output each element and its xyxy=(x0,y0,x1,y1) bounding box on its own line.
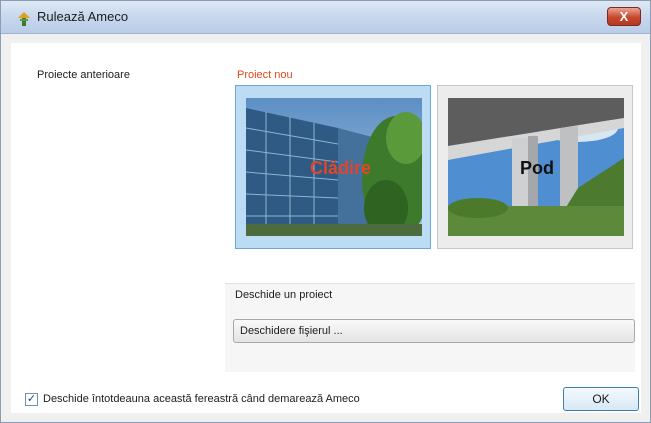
checkmark-icon: ✓ xyxy=(26,393,37,405)
previous-projects-heading: Proiecte anterioare xyxy=(37,69,130,81)
new-project-building-tile[interactable]: Clădire xyxy=(235,85,431,249)
bridge-tile-caption: Pod xyxy=(520,158,554,178)
always-open-checkbox[interactable]: ✓ xyxy=(25,393,38,406)
always-open-label: Deschide întotdeauna această fereastră c… xyxy=(43,393,360,405)
title-bar[interactable]: Rulează Ameco X xyxy=(1,1,650,34)
open-file-button[interactable]: Deschidere fişierul ... xyxy=(233,319,635,343)
close-button[interactable]: X xyxy=(607,7,641,26)
new-project-bridge-tile[interactable]: Pod xyxy=(437,85,633,249)
ameco-logo-icon xyxy=(18,12,30,26)
ok-button[interactable]: OK xyxy=(563,387,639,411)
close-icon: X xyxy=(619,9,629,24)
window-title: Rulează Ameco xyxy=(37,9,129,24)
app-window: Rulează Ameco X Proiecte anterioare Proi… xyxy=(0,0,651,423)
new-project-heading: Proiect nou xyxy=(237,69,293,81)
building-tile-caption: Clădire xyxy=(310,158,372,178)
open-project-heading: Deschide un proiect xyxy=(235,289,333,301)
